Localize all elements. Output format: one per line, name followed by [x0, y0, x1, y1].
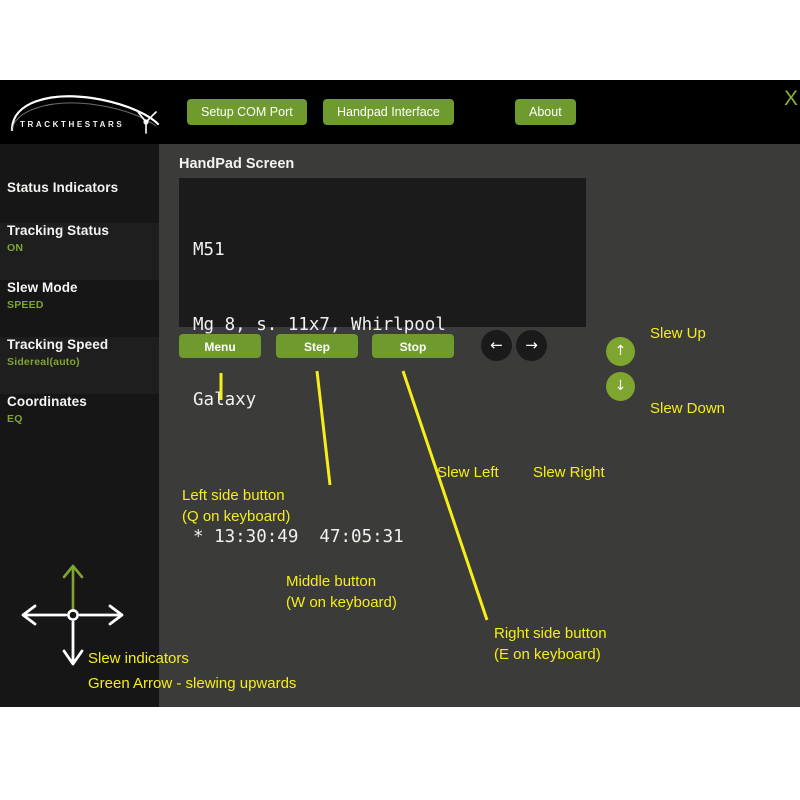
- nav-setup-com-port[interactable]: Setup COM Port: [187, 99, 307, 125]
- status-indicators-title: Status Indicators: [7, 180, 159, 195]
- sidebar-item-tracking-speed: Tracking Speed Sidereal(auto): [0, 337, 159, 394]
- sidebar-section-status-indicators: Status Indicators: [0, 180, 159, 223]
- nav-handpad-interface[interactable]: Handpad Interface: [323, 99, 454, 125]
- logo-wordmark: TRACKTHESTARS: [20, 120, 124, 129]
- annotation-slew-indicators: Slew indicators: [88, 648, 189, 669]
- slew-left-indicator-icon: [23, 606, 66, 624]
- slew-down-button[interactable]: ↓: [606, 372, 635, 401]
- handpad-screen-heading: HandPad Screen: [179, 156, 294, 172]
- close-icon[interactable]: X: [784, 88, 798, 109]
- sidebar-item-coordinates: Coordinates EQ: [0, 394, 159, 451]
- annotation-slew-down: Slew Down: [650, 398, 725, 419]
- coordinates-value: EQ: [7, 413, 159, 425]
- slew-mode-label: Slew Mode: [7, 280, 159, 295]
- annotation-middle-button-line1: Middle button: [286, 571, 397, 592]
- stop-button[interactable]: Stop: [372, 334, 454, 358]
- annotation-middle-button: Middle button (W on keyboard): [286, 571, 397, 613]
- application-window: TRACKTHESTARS Setup COM Port Handpad Int…: [0, 80, 800, 707]
- slew-center-hub-icon: [68, 610, 77, 619]
- tracking-speed-value: Sidereal(auto): [7, 356, 159, 368]
- handpad-screen-display: M51 Mg 8, s. 11x7, Whirlpool Galaxy * 13…: [179, 178, 586, 327]
- annotation-slew-up: Slew Up: [650, 323, 706, 344]
- sidebar-item-tracking-status: Tracking Status ON: [0, 223, 159, 280]
- handpad-line-4: [193, 463, 586, 475]
- slew-down-indicator-icon: [64, 622, 82, 664]
- annotation-left-side-button-line2: (Q on keyboard): [182, 506, 290, 527]
- slew-up-indicator-icon: [64, 566, 82, 609]
- menu-button[interactable]: Menu: [179, 334, 261, 358]
- handpad-line-3: Galaxy: [193, 388, 586, 413]
- slew-up-button[interactable]: ↑: [606, 337, 635, 366]
- nav-about[interactable]: About: [515, 99, 576, 125]
- sidebar-item-slew-mode: Slew Mode SPEED: [0, 280, 159, 337]
- coordinates-label: Coordinates: [7, 394, 159, 409]
- annotation-right-side-button-line2: (E on keyboard): [494, 644, 607, 665]
- trackthestars-logo: TRACKTHESTARS: [6, 86, 166, 138]
- tracking-speed-label: Tracking Speed: [7, 337, 159, 352]
- annotation-left-side-button: Left side button (Q on keyboard): [182, 485, 290, 527]
- annotation-right-side-button: Right side button (E on keyboard): [494, 623, 607, 665]
- handpad-line-1: M51: [193, 238, 586, 263]
- logo-swoosh-icon: [6, 86, 166, 138]
- handpad-line-5: * 13:30:49 47:05:31: [193, 525, 586, 550]
- slew-left-button[interactable]: ←: [481, 330, 512, 361]
- header-bar: TRACKTHESTARS Setup COM Port Handpad Int…: [0, 80, 800, 144]
- annotation-middle-button-line2: (W on keyboard): [286, 592, 397, 613]
- tracking-status-value: ON: [7, 242, 159, 254]
- step-button[interactable]: Step: [276, 334, 358, 358]
- tracking-status-label: Tracking Status: [7, 223, 159, 238]
- slew-right-indicator-icon: [80, 606, 122, 624]
- slew-mode-value: SPEED: [7, 299, 159, 311]
- annotation-slew-left: Slew Left: [437, 462, 499, 483]
- slew-right-button[interactable]: →: [516, 330, 547, 361]
- annotation-slew-right: Slew Right: [533, 462, 605, 483]
- annotation-green-arrow-note: Green Arrow - slewing upwards: [88, 673, 296, 694]
- main-panel: HandPad Screen M51 Mg 8, s. 11x7, Whirlp…: [159, 144, 800, 707]
- annotation-left-side-button-line1: Left side button: [182, 485, 290, 506]
- status-sidebar: Status Indicators Tracking Status ON Sle…: [0, 144, 159, 707]
- annotation-right-side-button-line1: Right side button: [494, 623, 607, 644]
